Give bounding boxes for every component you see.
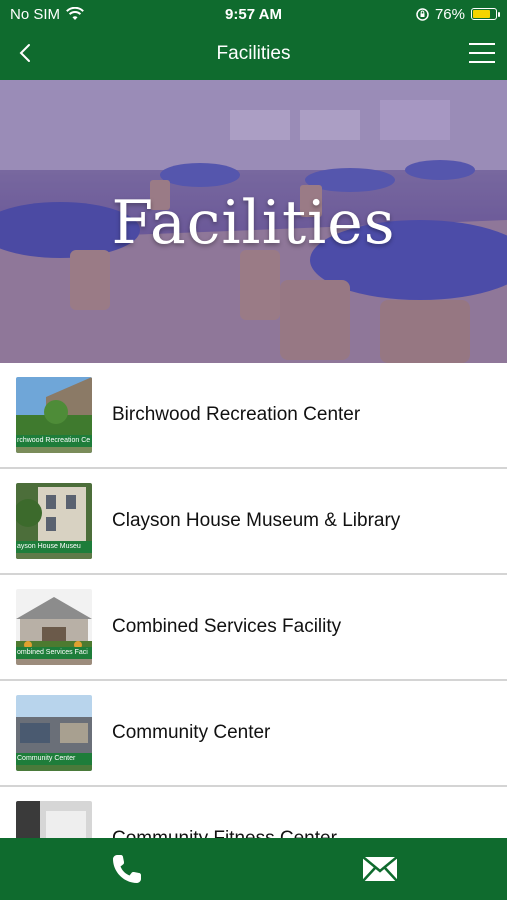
facility-label: Birchwood Recreation Center [112, 404, 361, 425]
facility-label: Community Fitness Center [112, 828, 337, 838]
email-button[interactable] [254, 838, 507, 900]
facility-item-combined-services[interactable]: ombined Services Faci Combined Services … [0, 575, 507, 681]
facility-thumbnail [16, 801, 92, 838]
page-title: Facilities [216, 43, 291, 64]
hamburger-menu-icon[interactable] [469, 40, 495, 66]
facility-thumbnail: ombined Services Faci [16, 589, 92, 665]
battery-icon [471, 8, 500, 20]
thumbnail-caption: ayson House Museu [16, 541, 92, 553]
community-fitness-center-photo [16, 801, 92, 838]
facility-item-clayson-house[interactable]: ayson House Museu Clayson House Museum &… [0, 469, 507, 575]
wifi-icon [66, 7, 84, 20]
bottom-tab-bar [0, 838, 507, 900]
facility-item-community-fitness-center[interactable]: Community Fitness Center [0, 787, 507, 838]
battery-percent: 76% [434, 5, 465, 23]
status-left: No SIM [10, 6, 84, 23]
mail-icon [362, 856, 399, 882]
facility-thumbnail: Community Center [16, 695, 92, 771]
status-right: 76% [416, 5, 500, 23]
facility-label: Community Center [112, 722, 271, 743]
facility-item-birchwood[interactable]: rchwood Recreation Ce Birchwood Recreati… [0, 363, 507, 469]
facility-thumbnail: ayson House Museu [16, 483, 92, 559]
thumbnail-caption: ombined Services Faci [16, 647, 92, 659]
facility-item-community-center[interactable]: Community Center Community Center [0, 681, 507, 787]
thumbnail-caption: rchwood Recreation Ce [16, 435, 92, 447]
back-button[interactable] [10, 38, 40, 68]
facility-thumbnail: rchwood Recreation Ce [16, 377, 92, 453]
phone-icon [112, 855, 141, 883]
carrier-label: No SIM [10, 5, 61, 23]
call-button[interactable] [0, 838, 254, 900]
facility-label: Combined Services Facility [112, 616, 342, 637]
chevron-left-icon [19, 44, 30, 62]
hero-title: Facilities [111, 188, 396, 258]
status-bar: No SIM 9:57 AM 76% [0, 0, 507, 28]
battery-level [473, 10, 490, 18]
hero-banner: Facilities [0, 80, 507, 363]
orientation-lock-icon [416, 7, 429, 21]
nav-bar: Facilities [0, 28, 507, 80]
thumbnail-caption: Community Center [16, 753, 92, 765]
facility-label: Clayson House Museum & Library [112, 510, 401, 531]
facilities-list: rchwood Recreation Ce Birchwood Recreati… [0, 363, 507, 838]
